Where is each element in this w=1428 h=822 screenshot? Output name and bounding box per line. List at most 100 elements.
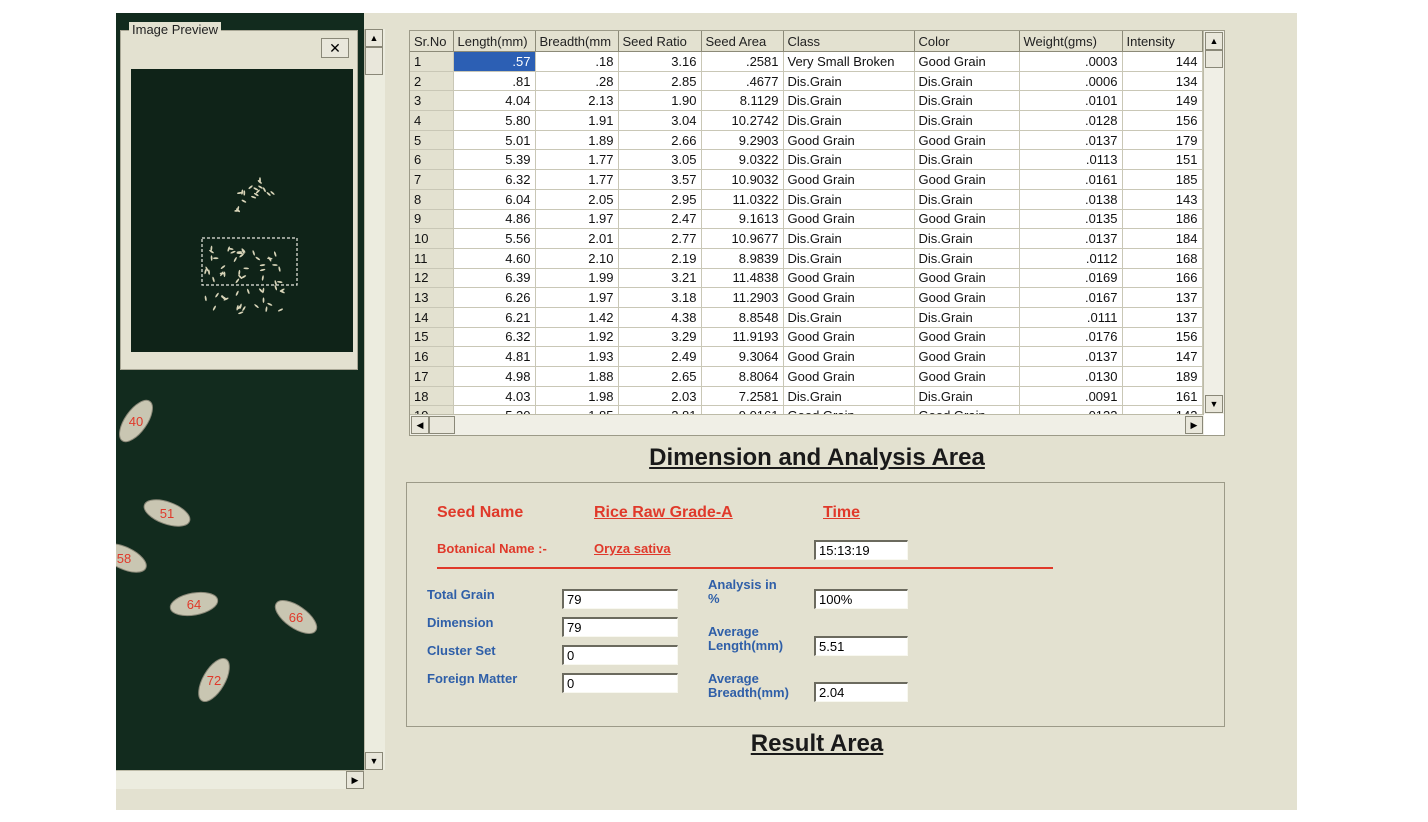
table-row[interactable]: 11 4.60 2.10 2.19 8.9839 Dis.Grain Dis.Grain .0… <box>410 248 1203 269</box>
table-cell[interactable]: 5 <box>410 130 454 151</box>
table-row[interactable]: 3 4.04 2.13 1.90 8.1129 Dis.Grain Dis.Grain .01… <box>410 90 1203 112</box>
table-row[interactable]: 16 4.81 1.93 2.49 9.3064 Good Grain Good Grain… <box>410 346 1203 367</box>
table-cell[interactable]: 8.1129 <box>701 90 784 112</box>
table-cell[interactable]: .0169 <box>1019 268 1123 289</box>
grain-seed[interactable]: 58 <box>116 538 150 578</box>
table-cell[interactable]: 1.93 <box>535 346 619 367</box>
table-cell[interactable]: Dis.Grain <box>783 110 915 131</box>
table-cell[interactable]: 7 <box>410 169 454 190</box>
scroll-right-arrow-icon[interactable]: ▶ <box>346 771 364 789</box>
table-cell[interactable]: .0006 <box>1019 71 1123 92</box>
table-cell[interactable]: 4.98 <box>453 366 536 387</box>
table-row[interactable]: 6 5.39 1.77 3.05 9.0322 Dis.Grain Dis.Grain .01… <box>410 149 1203 171</box>
table-cell[interactable]: Good Grain <box>783 169 915 190</box>
table-cell[interactable]: 18 <box>410 386 454 407</box>
table-cell[interactable]: Dis.Grain <box>783 248 915 269</box>
table-cell[interactable]: 2.85 <box>618 71 702 92</box>
scroll-thumb[interactable] <box>365 47 383 75</box>
table-cell[interactable]: 4.86 <box>453 209 536 230</box>
scroll-down-arrow-icon[interactable]: ▼ <box>1205 395 1223 413</box>
scroll-up-arrow-icon[interactable]: ▲ <box>1205 32 1223 50</box>
time-field[interactable]: 15:13:19 <box>814 540 908 560</box>
table-cell[interactable]: 6 <box>410 149 454 171</box>
table-cell[interactable]: 15 <box>410 327 454 348</box>
table-cell[interactable]: 179 <box>1122 130 1203 151</box>
table-cell[interactable]: 3.04 <box>618 110 702 131</box>
table-cell[interactable]: .4677 <box>701 71 784 92</box>
table-cell[interactable]: Good Grain <box>914 346 1020 367</box>
table-cell[interactable]: Dis.Grain <box>783 90 915 112</box>
table-row[interactable]: 4 5.80 1.91 3.04 10.2742 Dis.Grain Dis.Grain .0… <box>410 110 1203 131</box>
table-cell[interactable]: Dis.Grain <box>914 71 1020 92</box>
table-cell[interactable]: .0161 <box>1019 169 1123 190</box>
table-cell[interactable]: .0137 <box>1019 130 1123 151</box>
table-cell[interactable]: Good Grain <box>783 268 915 289</box>
table-cell[interactable]: Very Small Broken <box>783 51 915 72</box>
table-cell[interactable]: 1.91 <box>535 110 619 131</box>
grid-horizontal-scrollbar[interactable]: ◀ ▶ <box>410 414 1204 435</box>
table-cell[interactable]: .81 <box>453 71 536 92</box>
table-cell[interactable]: 1.77 <box>535 169 619 190</box>
table-cell[interactable]: 2.05 <box>535 189 619 210</box>
table-cell[interactable]: 2.01 <box>535 228 619 249</box>
scroll-left-arrow-icon[interactable]: ◀ <box>411 416 429 434</box>
table-cell[interactable]: 4.60 <box>453 248 536 269</box>
table-cell[interactable]: 2.03 <box>618 386 702 407</box>
table-cell[interactable]: 7.2581 <box>701 386 784 407</box>
table-cell[interactable]: Good Grain <box>783 287 915 308</box>
table-cell[interactable]: 6.32 <box>453 327 536 348</box>
table-cell[interactable]: 4.03 <box>453 386 536 407</box>
scroll-thumb[interactable] <box>1205 50 1223 68</box>
table-cell[interactable]: 11.0322 <box>701 189 784 210</box>
table-cell[interactable]: .0167 <box>1019 287 1123 308</box>
grain-seed[interactable]: 51 <box>141 494 194 531</box>
preview-thumbnail[interactable] <box>131 69 353 352</box>
table-cell[interactable]: 4.81 <box>453 346 536 367</box>
table-cell[interactable]: Good Grain <box>914 51 1020 72</box>
table-cell[interactable]: Dis.Grain <box>783 149 915 171</box>
table-cell[interactable]: Dis.Grain <box>914 149 1020 171</box>
column-header[interactable]: Intensity <box>1122 31 1203 52</box>
table-cell[interactable]: 8 <box>410 189 454 210</box>
table-cell[interactable]: 5.56 <box>453 228 536 249</box>
table-cell[interactable]: .0128 <box>1019 110 1123 131</box>
table-cell[interactable]: Good Grain <box>783 346 915 367</box>
grain-seed[interactable]: 66 <box>270 594 322 640</box>
table-cell[interactable]: 1.42 <box>535 307 619 328</box>
column-header[interactable]: Seed Ratio <box>618 31 702 52</box>
table-cell[interactable]: 1.99 <box>535 268 619 289</box>
table-cell[interactable]: 13 <box>410 287 454 308</box>
table-cell[interactable]: 147 <box>1122 346 1203 367</box>
table-cell[interactable]: 2.13 <box>535 90 619 112</box>
table-cell[interactable]: .0137 <box>1019 228 1123 249</box>
table-cell[interactable]: Good Grain <box>783 209 915 230</box>
table-cell[interactable]: 2.66 <box>618 130 702 151</box>
table-cell[interactable]: Dis.Grain <box>783 386 915 407</box>
table-row[interactable]: 10 5.56 2.01 2.77 10.9677 Dis.Grain Dis.Grain.… <box>410 228 1203 249</box>
table-cell[interactable]: 16 <box>410 346 454 367</box>
table-cell[interactable]: 1.97 <box>535 287 619 308</box>
table-cell[interactable]: 10.9677 <box>701 228 784 249</box>
table-row[interactable]: 9 4.86 1.97 2.47 9.1613 Good Grain Good Grain.… <box>410 209 1203 230</box>
table-cell[interactable]: 1.89 <box>535 130 619 151</box>
grain-seed[interactable]: 72 <box>192 654 235 707</box>
table-cell[interactable]: 8.8548 <box>701 307 784 328</box>
table-cell[interactable]: 9.0322 <box>701 149 784 171</box>
table-cell[interactable]: 189 <box>1122 366 1203 387</box>
table-cell[interactable]: Dis.Grain <box>914 189 1020 210</box>
table-cell[interactable]: 14 <box>410 307 454 328</box>
table-cell[interactable]: .0138 <box>1019 189 1123 210</box>
table-cell[interactable]: 185 <box>1122 169 1203 190</box>
table-cell[interactable]: 156 <box>1122 110 1203 131</box>
table-cell[interactable]: .0101 <box>1019 90 1123 112</box>
table-cell[interactable]: 6.04 <box>453 189 536 210</box>
table-cell[interactable]: 6.26 <box>453 287 536 308</box>
table-cell[interactable]: 143 <box>1122 189 1203 210</box>
table-cell[interactable]: 5.01 <box>453 130 536 151</box>
table-cell[interactable]: Dis.Grain <box>783 307 915 328</box>
table-cell[interactable]: 11 <box>410 248 454 269</box>
table-cell[interactable]: 9.1613 <box>701 209 784 230</box>
table-row[interactable]: 18 4.03 1.98 2.03 7.2581 Dis.Grain Dis.Grain .0… <box>410 386 1203 407</box>
table-cell[interactable]: 2.19 <box>618 248 702 269</box>
table-cell[interactable]: Good Grain <box>914 130 1020 151</box>
